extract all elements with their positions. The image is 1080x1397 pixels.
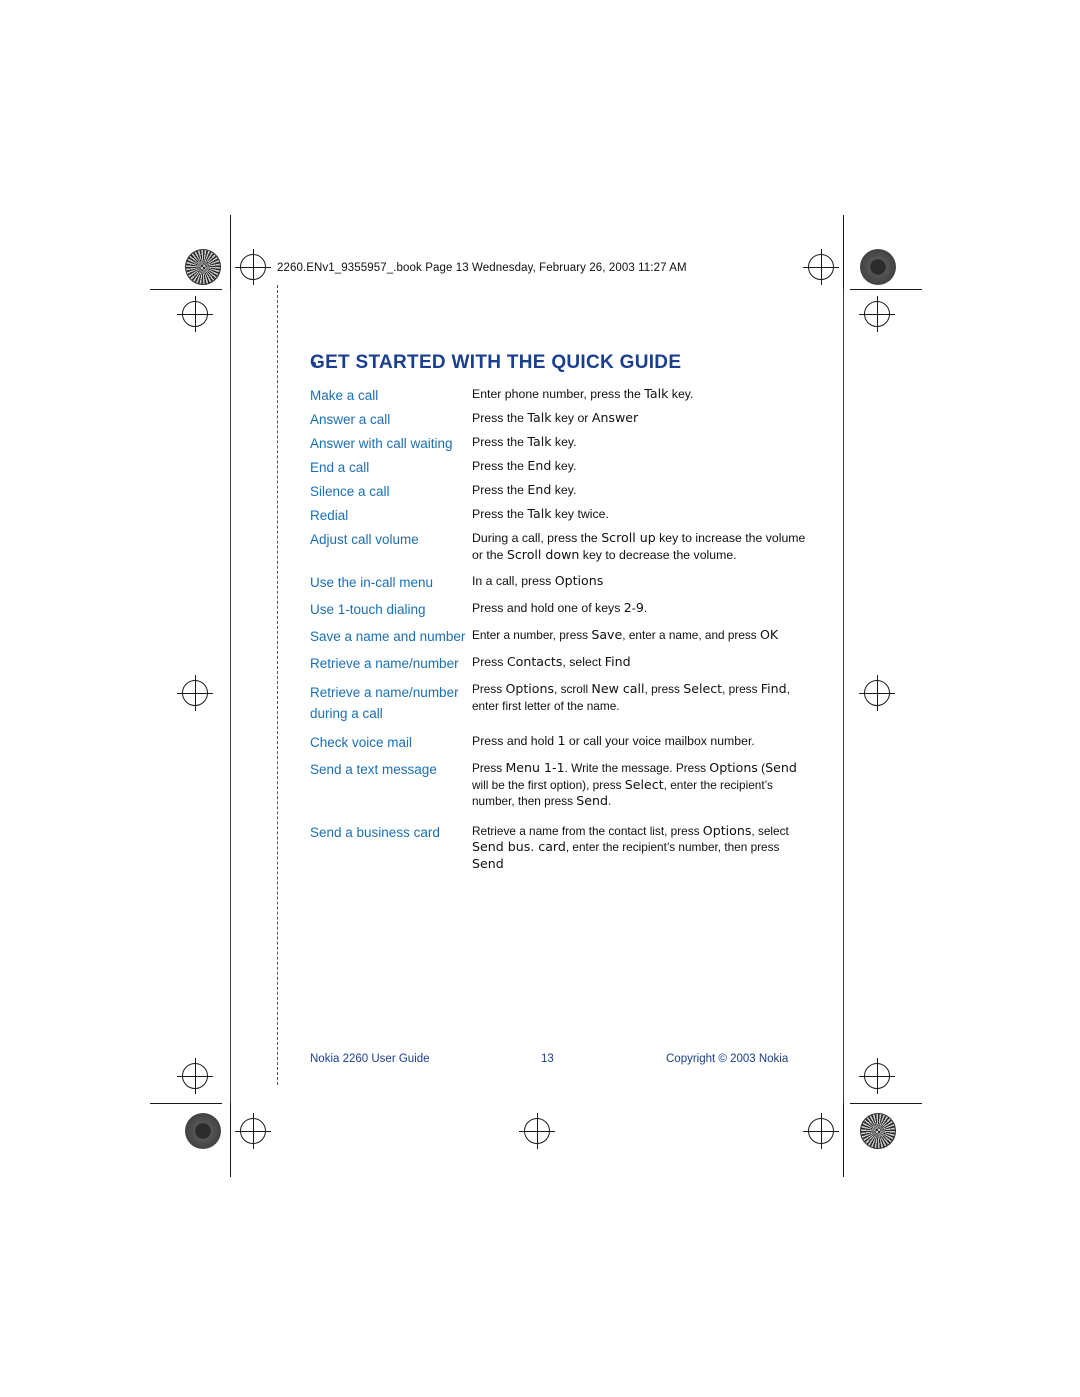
row-label: Save a name and number bbox=[310, 629, 466, 644]
footer-document-name: Nokia 2260 User Guide bbox=[310, 1053, 430, 1065]
row-description: Enter phone number, press the Talk key. bbox=[472, 386, 694, 401]
row-label: Answer a call bbox=[310, 412, 391, 427]
row-label: Retrieve a name/number bbox=[310, 656, 459, 671]
registration-mark-top-right-inner bbox=[803, 249, 839, 285]
registration-mark-right-upper bbox=[859, 296, 895, 332]
footer-page-number: 13 bbox=[541, 1053, 554, 1065]
row-label: Redial bbox=[310, 508, 349, 523]
row-label: Send a business card bbox=[310, 824, 440, 840]
table-row: Answer with call waiting Press the Talk … bbox=[310, 434, 810, 452]
registration-mark-left-lower bbox=[177, 675, 213, 711]
row-description: Retrieve a name from the contact list, p… bbox=[472, 822, 789, 871]
row-description: Press the End key. bbox=[472, 482, 577, 497]
fold-line-right bbox=[843, 289, 844, 1103]
registration-mark-bottom-center bbox=[519, 1113, 555, 1149]
row-description: Press Options, scroll New call, press Se… bbox=[472, 681, 790, 713]
table-row: Send a text message Press Menu 1-1. Writ… bbox=[310, 760, 810, 810]
footer-copyright: Copyright © 2003 Nokia bbox=[666, 1053, 789, 1065]
row-label: Use the in-call menu bbox=[310, 575, 434, 590]
registration-dot-top-right bbox=[860, 249, 896, 285]
registration-mark-top-left-inner bbox=[235, 249, 271, 285]
table-row: Retrieve a name/number Press Contacts, s… bbox=[310, 654, 810, 672]
table-row: Answer a call Press the Talk key or Answ… bbox=[310, 410, 810, 428]
row-description: Enter a number, press Save, enter a name… bbox=[472, 627, 779, 642]
trim-line-top-left bbox=[150, 289, 222, 290]
trim-line-right-bottom bbox=[843, 1103, 844, 1177]
table-row: End a call Press the End key. bbox=[310, 458, 810, 476]
table-row: Retrieve a name/number during a call Pres… bbox=[310, 681, 810, 724]
row-description: Press the Talk key. bbox=[472, 434, 577, 449]
trim-line-right-top bbox=[843, 215, 844, 289]
file-header-stamp: 2260.ENv1_9355957_.book Page 13 Wednesda… bbox=[277, 262, 687, 274]
page-footer: Nokia 2260 User Guide 13 Copyright © 200… bbox=[0, 1053, 1080, 1071]
table-row: Save a name and number Enter a number, p… bbox=[310, 627, 810, 645]
registration-dot-bottom-left bbox=[185, 1113, 221, 1149]
row-label: Answer with call waiting bbox=[310, 436, 453, 451]
trim-line-left-bottom bbox=[230, 1103, 231, 1177]
registration-mark-bottom-right-inner bbox=[803, 1113, 839, 1149]
table-row: Send a business card Retrieve a name fro… bbox=[310, 823, 810, 873]
row-description: Press and hold 1 or call your voice mail… bbox=[472, 733, 755, 748]
row-description: Press Contacts, select Find bbox=[472, 654, 631, 669]
row-description: During a call, press the Scroll up key t… bbox=[472, 530, 806, 562]
trim-line-bottom-left bbox=[150, 1103, 222, 1104]
table-row: Use 1-touch dialing Press and hold one o… bbox=[310, 600, 810, 618]
row-description: Press the Talk key twice. bbox=[472, 506, 609, 521]
table-row: Make a call Enter phone number, press th… bbox=[310, 386, 810, 404]
table-row: Adjust call volume During a call, press … bbox=[310, 530, 810, 563]
registration-mark-right-lower bbox=[859, 675, 895, 711]
table-row: Check voice mail Press and hold 1 or cal… bbox=[310, 733, 810, 751]
fold-line-left bbox=[230, 289, 231, 1103]
row-label: End a call bbox=[310, 460, 370, 475]
row-description: Press the End key. bbox=[472, 458, 577, 473]
row-description: In a call, press Options bbox=[472, 573, 604, 588]
registration-star-bottom-right bbox=[860, 1113, 896, 1149]
row-label: Check voice mail bbox=[310, 735, 413, 750]
registration-star-top-left bbox=[185, 249, 221, 285]
row-label: Silence a call bbox=[310, 484, 390, 499]
trim-line-bottom-right bbox=[850, 1103, 922, 1104]
quick-guide-table: Make a call Enter phone number, press th… bbox=[310, 386, 810, 878]
page-title: GET STARTED WITH THE QUICK GUIDE bbox=[310, 352, 682, 373]
row-label: Send a text message bbox=[310, 762, 437, 777]
row-label: Adjust call volume bbox=[310, 532, 419, 547]
row-description: Press Menu 1-1. Write the message. Press… bbox=[472, 760, 797, 808]
registration-mark-left-upper bbox=[177, 296, 213, 332]
table-row: Redial Press the Talk key twice. bbox=[310, 506, 810, 524]
registration-mark-bottom-left-inner bbox=[235, 1113, 271, 1149]
row-label: Make a call bbox=[310, 388, 379, 403]
table-row: Silence a call Press the End key. bbox=[310, 482, 810, 500]
table-row: Use the in-call menu In a call, press Op… bbox=[310, 573, 810, 591]
row-label: Use 1-touch dialing bbox=[310, 602, 426, 617]
row-label: Retrieve a name/number during a call bbox=[310, 685, 459, 721]
trim-line-top-right bbox=[850, 289, 922, 290]
trim-line-left-top bbox=[230, 215, 231, 289]
row-description: Press the Talk key or Answer bbox=[472, 410, 639, 425]
row-description: Press and hold one of keys 2-9. bbox=[472, 600, 648, 615]
page-spine-dashed bbox=[277, 285, 278, 1085]
